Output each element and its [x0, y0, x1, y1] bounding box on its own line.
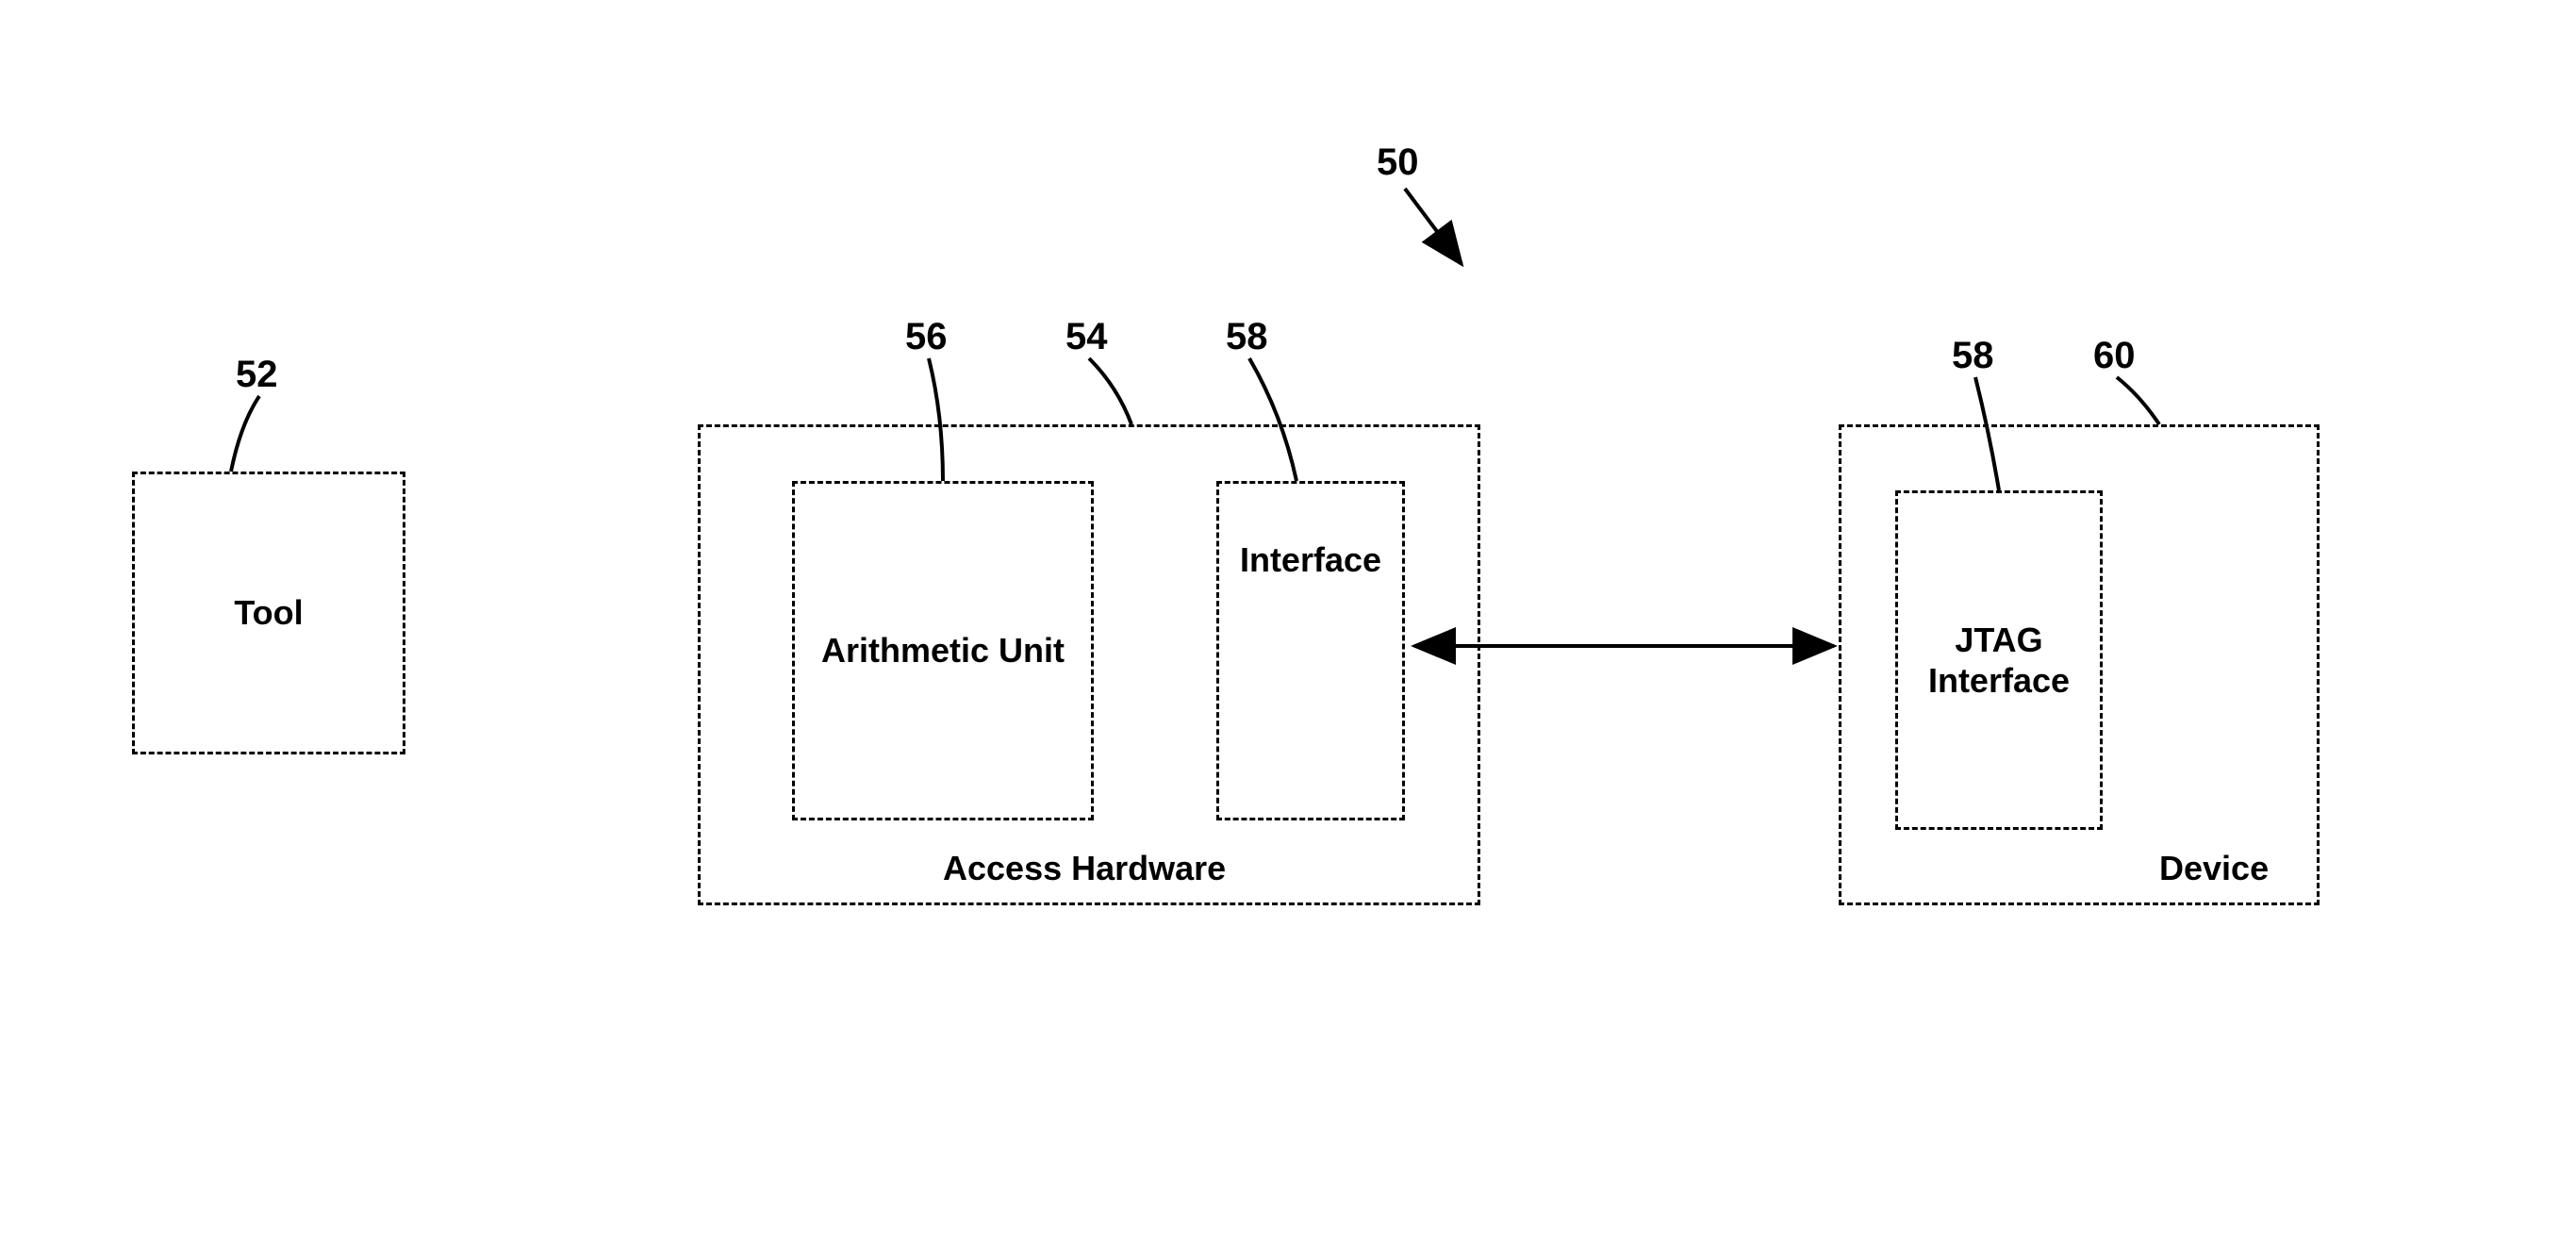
tool-ref-curve	[231, 396, 259, 472]
jtag-interface-label: JTAG Interface	[1907, 620, 2090, 701]
interface-box: Interface	[1216, 481, 1405, 820]
ref-fig: 50	[1377, 141, 1419, 184]
tool-label: Tool	[234, 592, 303, 633]
ref-device: 60	[2093, 335, 2136, 377]
interface-label: Interface	[1240, 540, 1381, 580]
ref-tool: 52	[236, 354, 278, 396]
access-hardware-label: Access Hardware	[943, 849, 1226, 888]
ref-jtag: 58	[1952, 335, 1994, 377]
arithmetic-unit-box: Arithmetic Unit	[792, 481, 1094, 820]
access-hw-ref-curve	[1089, 358, 1131, 424]
fig-ref-arrow	[1405, 189, 1461, 264]
device-label: Device	[2159, 849, 2269, 888]
arithmetic-unit-label: Arithmetic Unit	[821, 630, 1065, 671]
ref-access-hw: 54	[1065, 316, 1108, 358]
ref-arith: 56	[905, 316, 948, 358]
tool-box: Tool	[132, 472, 405, 754]
jtag-interface-box: JTAG Interface	[1895, 490, 2103, 830]
ref-interface: 58	[1226, 316, 1268, 358]
device-ref-curve	[2117, 377, 2159, 424]
